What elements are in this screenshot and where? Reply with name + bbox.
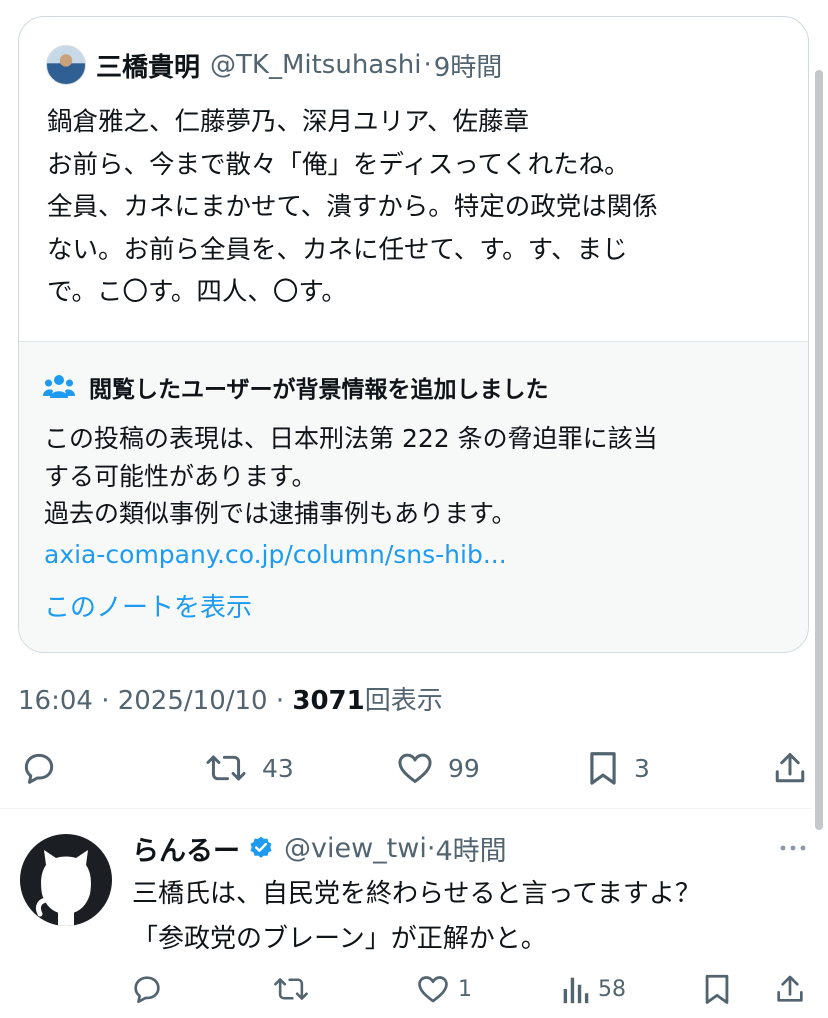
- like-count: 1: [458, 976, 472, 1002]
- note-source-link[interactable]: axia-company.co.jp/column/sns-hib...: [44, 540, 507, 569]
- reply-header: らんるー @view_twi · 4時間: [132, 828, 507, 868]
- post-time[interactable]: 4時間: [435, 829, 506, 868]
- scrollbar[interactable]: [815, 70, 823, 830]
- note-line: この投稿の表現は、日本刑法第 222 条の脅迫罪に該当: [44, 424, 658, 453]
- user-handle[interactable]: @view_twi: [284, 833, 427, 864]
- more-icon[interactable]: [778, 838, 808, 858]
- text-line: お前ら、今まで散々「俺」をディスってくれたね。: [47, 149, 630, 180]
- share-icon: [775, 753, 805, 783]
- tweet-detail-page: 三橋貴明 @TK_Mitsuhashi · 9時間 鍋倉雅之、仁藤夢乃、深月ユリ…: [0, 0, 828, 1018]
- text-line: ない。お前ら全員を、カネに任せて、す。す、まじ: [47, 234, 628, 265]
- reply-action-bar: 1 58: [0, 970, 828, 1010]
- bookmark-icon: [705, 974, 729, 1004]
- verified-icon: [250, 836, 272, 858]
- retweet-button[interactable]: [272, 972, 310, 1006]
- divider: [0, 808, 812, 809]
- note-text: この投稿の表現は、日本刑法第 222 条の脅迫罪に該当 する可能性があります。 …: [44, 420, 794, 533]
- text-line: 全員、カネにまかせて、潰すから。特定の政党は関係: [47, 192, 658, 222]
- retweet-icon: [274, 978, 308, 1000]
- view-count: 58: [598, 976, 626, 1002]
- reply-button[interactable]: [130, 972, 164, 1006]
- people-icon: [43, 375, 75, 398]
- cat-logo-icon: [35, 850, 91, 926]
- show-note-link[interactable]: このノートを表示: [44, 587, 252, 624]
- text-line: 三橋氏は、自民党を終わらせると言ってますよ？: [132, 879, 701, 909]
- community-note-title: 閲覧したユーザーが背景情報を追加しました: [43, 370, 549, 404]
- share-icon: [777, 975, 803, 1002]
- display-name[interactable]: らんるー: [132, 829, 240, 868]
- note-heading: 閲覧したユーザーが背景情報を追加しました: [89, 377, 549, 403]
- display-name[interactable]: 三橋貴明: [96, 47, 200, 84]
- post-timestamp[interactable]: 16:04 · 2025/10/10 ·: [18, 686, 292, 716]
- like-icon: [418, 976, 448, 1003]
- note-line: 過去の類似事例では逮捕事例もあります。: [44, 499, 517, 528]
- quoted-tweet-card[interactable]: 三橋貴明 @TK_Mitsuhashi · 9時間 鍋倉雅之、仁藤夢乃、深月ユリ…: [18, 16, 809, 653]
- separator-dot: ·: [426, 832, 436, 864]
- post-time[interactable]: 9時間: [434, 47, 503, 84]
- view-label: 回表示: [364, 686, 443, 716]
- text-line: で。こ〇す。四人、〇す。: [47, 277, 347, 307]
- bookmark-button[interactable]: [702, 972, 732, 1006]
- like-count: 99: [448, 753, 480, 783]
- retweet-count: 43: [262, 753, 294, 783]
- text-line: 「参政党のブレーン」が正解かと。: [132, 924, 547, 954]
- avatar[interactable]: [20, 834, 112, 926]
- post-meta: 16:04 · 2025/10/10 · 3071回表示: [18, 680, 443, 717]
- view-count: 3071: [292, 686, 365, 716]
- like-button[interactable]: 99: [396, 749, 480, 787]
- action-bar: 43 99 3: [0, 745, 828, 791]
- reply-text: 三橋氏は、自民党を終わらせると言ってますよ？ 「参政党のブレーン」が正解かと。: [132, 872, 812, 962]
- separator-dot: ·: [423, 50, 432, 80]
- share-button[interactable]: [774, 972, 806, 1006]
- community-note[interactable]: 閲覧したユーザーが背景情報を追加しました この投稿の表現は、日本刑法第 222 …: [19, 341, 808, 652]
- retweet-icon: [206, 755, 246, 781]
- quoted-tweet-text: 鍋倉雅之、仁藤夢乃、深月ユリア、佐藤章 お前ら、今まで散々「俺」をディスってくれ…: [47, 101, 787, 314]
- avatar[interactable]: [46, 45, 86, 85]
- retweet-button[interactable]: 43: [204, 749, 294, 787]
- like-icon: [398, 753, 432, 783]
- text-line: 鍋倉雅之、仁藤夢乃、深月ユリア、佐藤章: [47, 107, 529, 137]
- like-button[interactable]: 1: [416, 972, 472, 1006]
- views-button[interactable]: 58: [560, 972, 626, 1006]
- note-line: する可能性があります。: [44, 461, 317, 491]
- bookmark-icon: [590, 752, 616, 785]
- quoted-tweet-header: 三橋貴明 @TK_Mitsuhashi · 9時間: [46, 45, 502, 85]
- share-button[interactable]: [772, 749, 808, 787]
- bookmark-count: 3: [634, 753, 650, 783]
- user-handle[interactable]: @TK_Mitsuhashi: [210, 50, 421, 80]
- reply-icon: [24, 753, 54, 784]
- reply-icon: [134, 976, 160, 1004]
- views-icon: [563, 977, 589, 1004]
- reply-button[interactable]: [20, 749, 58, 787]
- bookmark-button[interactable]: 3: [586, 749, 650, 787]
